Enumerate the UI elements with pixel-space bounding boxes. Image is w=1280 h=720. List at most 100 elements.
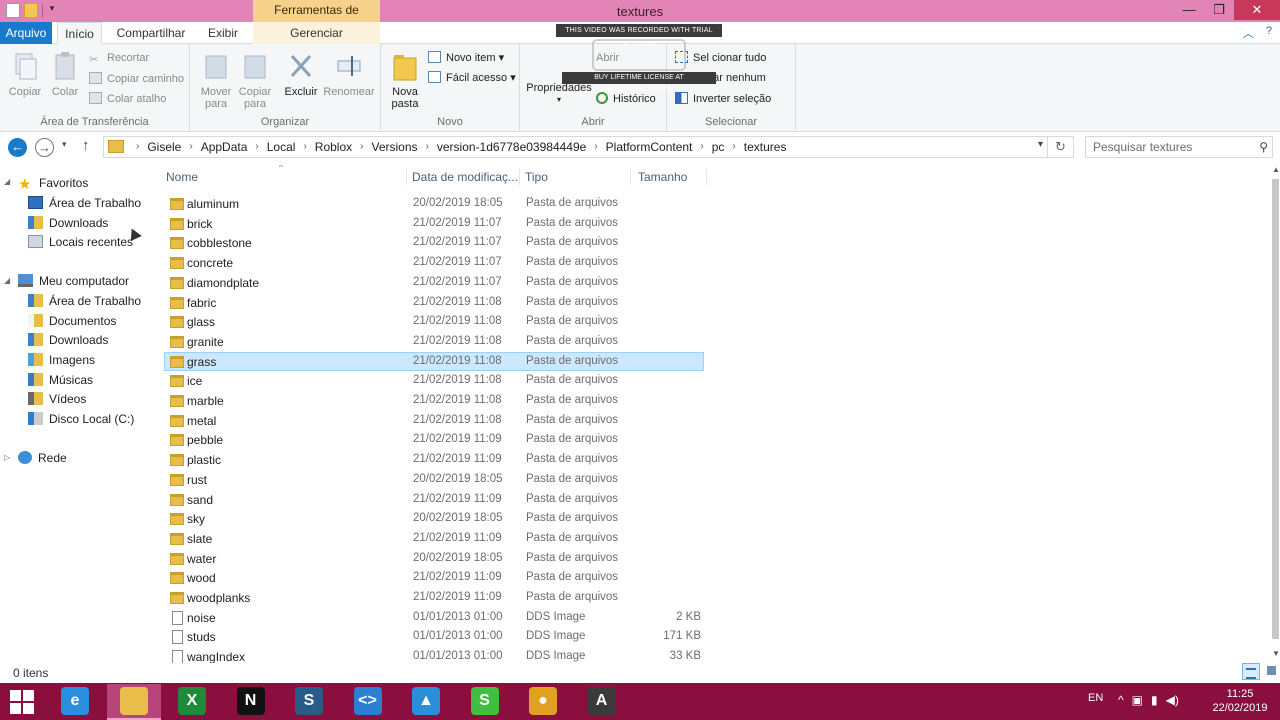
nav-pc-videos[interactable]: Vídeos: [28, 390, 86, 408]
taskbar-app[interactable]: N: [224, 684, 278, 720]
invert-selection-button[interactable]: Inverter seleção: [675, 90, 771, 108]
file-row[interactable]: plastic 21/02/2019 11:09 Pasta de arquivos: [164, 450, 704, 469]
column-name[interactable]: Nome: [166, 170, 198, 184]
vertical-scrollbar[interactable]: ▲ ▼: [1270, 165, 1280, 663]
scroll-down-icon[interactable]: ▼: [1272, 649, 1280, 658]
taskbar-app[interactable]: <>: [341, 684, 395, 720]
taskbar-app[interactable]: X: [165, 684, 219, 720]
nav-fav-downloads[interactable]: Downloads: [28, 214, 108, 232]
breadcrumb-chevron-icon[interactable]: ›: [303, 137, 306, 157]
nav-pc-disk[interactable]: Disco Local (C:): [28, 410, 134, 428]
column-divider[interactable]: [519, 169, 520, 185]
tab-manage[interactable]: Gerenciar: [253, 22, 380, 44]
column-divider[interactable]: [406, 169, 407, 185]
breadcrumb-item[interactable]: Roblox: [315, 137, 352, 157]
properties-button[interactable]: Propriedades ▾: [526, 82, 592, 106]
move-to-button[interactable]: Mover para: [196, 50, 236, 110]
taskbar-app[interactable]: S: [282, 684, 336, 720]
close-button[interactable]: ✕: [1234, 0, 1280, 20]
battery-icon[interactable]: ▮: [1151, 693, 1158, 707]
tab-home[interactable]: Início: [57, 22, 102, 45]
file-row[interactable]: glass 21/02/2019 11:08 Pasta de arquivos: [164, 312, 704, 331]
rename-button[interactable]: Renomear: [323, 50, 375, 98]
breadcrumb-chevron-icon[interactable]: ›: [136, 137, 139, 157]
easy-access-button[interactable]: Fácil acesso ▾: [428, 69, 516, 87]
refresh-button[interactable]: ↻: [1048, 136, 1074, 158]
file-row[interactable]: sand 21/02/2019 11:09 Pasta de arquivos: [164, 490, 704, 509]
new-item-button[interactable]: Novo item ▾: [428, 49, 504, 67]
breadcrumb-item[interactable]: PlatformContent: [606, 137, 693, 157]
breadcrumb-item[interactable]: textures: [744, 137, 787, 157]
forward-button[interactable]: →: [35, 138, 54, 157]
nav-computer[interactable]: Meu computador: [18, 272, 129, 290]
recent-locations-dropdown[interactable]: ▾: [62, 139, 67, 150]
address-field[interactable]: › Gisele › AppData › Local › Roblox › Versions › ve…: [103, 136, 1048, 158]
breadcrumb-item[interactable]: AppData: [201, 137, 248, 157]
file-row[interactable]: sky 20/02/2019 18:05 Pasta de arquivos: [164, 509, 704, 528]
file-row[interactable]: slate 21/02/2019 11:09 Pasta de arquivos: [164, 529, 704, 548]
taskbar-app[interactable]: S: [458, 684, 512, 720]
file-row[interactable]: fabric 21/02/2019 11:08 Pasta de arquivos: [164, 293, 704, 312]
help-icon[interactable]: ?: [1266, 25, 1272, 41]
search-icon[interactable]: ⚲: [1259, 137, 1268, 157]
up-button[interactable]: ↑: [82, 137, 90, 154]
breadcrumb-chevron-icon[interactable]: ›: [700, 137, 703, 157]
cut-button[interactable]: ✂ Recortar: [89, 49, 149, 67]
minimize-button[interactable]: —: [1174, 0, 1204, 20]
copy-to-button[interactable]: Copiar para: [235, 50, 275, 110]
file-row[interactable]: water 20/02/2019 18:05 Pasta de arquivos: [164, 549, 704, 568]
breadcrumb-item[interactable]: pc: [712, 137, 725, 157]
address-history-dropdown[interactable]: ▾: [1038, 139, 1043, 150]
new-folder-button[interactable]: Nova pasta: [387, 50, 423, 110]
collapse-ribbon-icon[interactable]: ︿: [1243, 25, 1254, 41]
taskbar-app[interactable]: ▲: [399, 684, 453, 720]
paste-shortcut-button[interactable]: Colar atalho: [89, 90, 166, 108]
properties-quick-icon[interactable]: [6, 3, 20, 18]
expand-network-icon[interactable]: ▷: [4, 453, 10, 462]
customize-quick-access-icon[interactable]: ▾: [47, 3, 57, 18]
file-row[interactable]: diamondplate 21/02/2019 11:07 Pasta de arq…: [164, 273, 704, 292]
column-size[interactable]: Tamanho: [638, 170, 687, 184]
file-row[interactable]: brick 21/02/2019 11:07 Pasta de arquivos: [164, 214, 704, 233]
file-row[interactable]: wangIndex 01/01/2013 01:00 DDS Image 33 KB: [164, 647, 704, 663]
back-button[interactable]: ←: [8, 138, 27, 157]
tab-file[interactable]: Arquivo: [0, 22, 52, 44]
network-tray-icon[interactable]: ▣: [1132, 693, 1143, 707]
file-row[interactable]: rust 20/02/2019 18:05 Pasta de arquivos: [164, 470, 704, 489]
column-date[interactable]: Data de modificaç...: [412, 170, 518, 184]
language-indicator[interactable]: EN: [1088, 692, 1103, 704]
file-row[interactable]: concrete 21/02/2019 11:07 Pasta de arquivo…: [164, 253, 704, 272]
taskbar-app[interactable]: [106, 684, 161, 720]
breadcrumb-item[interactable]: Local: [267, 137, 296, 157]
nav-pc-documents[interactable]: Documentos: [28, 312, 116, 330]
copy-path-button[interactable]: Copiar caminho: [89, 70, 184, 88]
column-type[interactable]: Tipo: [525, 170, 548, 184]
maximize-button[interactable]: ❐: [1204, 0, 1234, 20]
file-row[interactable]: marble 21/02/2019 11:08 Pasta de arquivos: [164, 391, 704, 410]
column-divider[interactable]: [706, 169, 707, 185]
tab-share[interactable]: Compartilhar: [110, 22, 192, 44]
taskbar-app[interactable]: A: [575, 684, 629, 720]
paste-button[interactable]: Colar: [46, 50, 84, 98]
breadcrumb-chevron-icon[interactable]: ›: [255, 137, 258, 157]
column-divider[interactable]: [630, 169, 631, 185]
breadcrumb-item[interactable]: Gisele: [147, 137, 181, 157]
show-hidden-icons-icon[interactable]: ^: [1118, 693, 1124, 707]
breadcrumb-chevron-icon[interactable]: ›: [360, 137, 363, 157]
collapse-computer-icon[interactable]: ◢: [4, 276, 10, 285]
nav-pc-music[interactable]: Músicas: [28, 371, 93, 389]
breadcrumb-chevron-icon[interactable]: ›: [594, 137, 597, 157]
file-row[interactable]: aluminum 20/02/2019 18:05 Pasta de arquivo…: [164, 194, 704, 213]
copy-button[interactable]: Copiar: [6, 50, 44, 98]
details-view-button[interactable]: [1242, 663, 1260, 680]
nav-fav-desktop[interactable]: Área de Trabalho: [28, 194, 141, 212]
search-input[interactable]: Pesquisar textures ⚲: [1085, 136, 1273, 158]
collapse-favorites-icon[interactable]: ◢: [4, 177, 10, 186]
breadcrumb-chevron-icon[interactable]: ›: [732, 137, 735, 157]
file-row[interactable]: metal 21/02/2019 11:08 Pasta de arquivos: [164, 411, 704, 430]
file-row[interactable]: ice 21/02/2019 11:08 Pasta de arquivos: [164, 371, 704, 390]
file-row[interactable]: grass 21/02/2019 11:08 Pasta de arquivos: [164, 351, 704, 371]
nav-pc-downloads[interactable]: Downloads: [28, 331, 108, 349]
new-folder-quick-icon[interactable]: [24, 3, 38, 18]
file-row[interactable]: granite 21/02/2019 11:08 Pasta de arquivos: [164, 332, 704, 351]
